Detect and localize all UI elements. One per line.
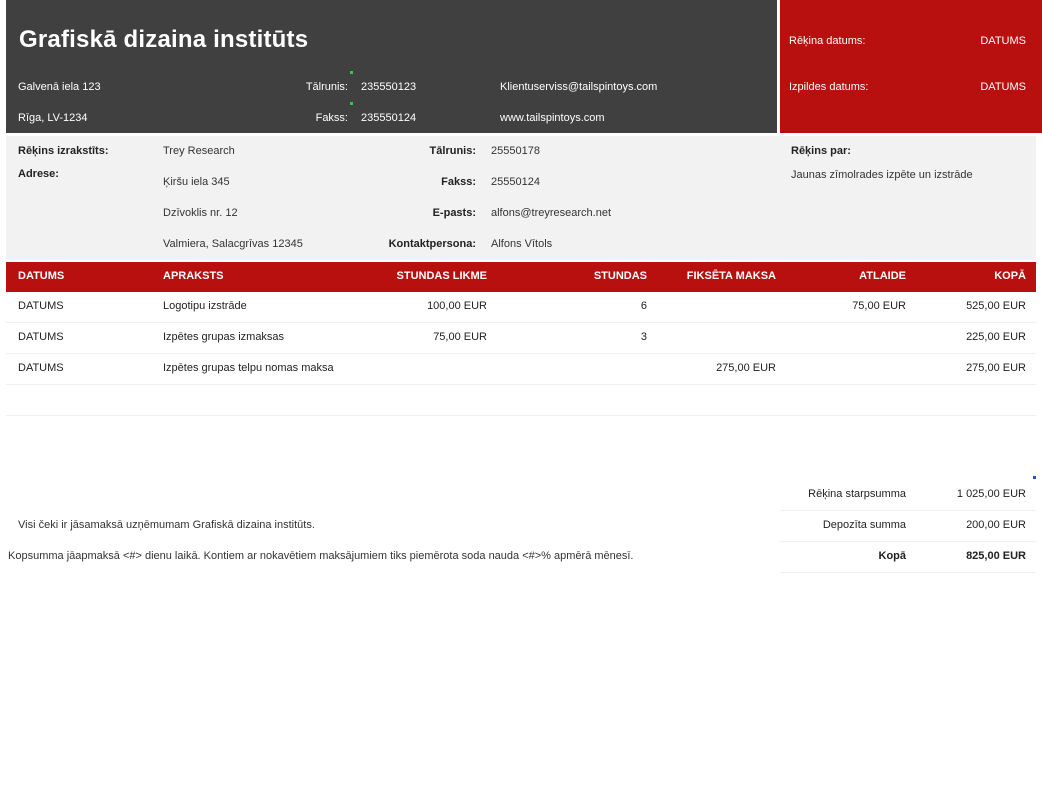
cell-description: Logotipu izstrāde [163, 300, 247, 312]
address-label: Adrese: [18, 168, 59, 180]
company-phone: 235550123 [361, 81, 417, 93]
column-header-hours: STUNDAS [593, 270, 647, 282]
payment-note: Visi čeki ir jāsamaksā uzņēmumam Grafisk… [18, 519, 315, 531]
company-name: Grafiskā dizaina institūts [19, 26, 309, 53]
due-date-label: Izpildes datums: [789, 81, 869, 93]
company-fax: 235550124 [361, 112, 417, 124]
company-phone-label: Tālrunis: [305, 81, 348, 93]
total-label: Kopā [878, 550, 907, 562]
deposit-value: 200,00 EUR [966, 519, 1026, 531]
total-row: Kopā 825,00 EUR [780, 542, 1036, 573]
company-address-line2: Rīga, LV-1234 [18, 112, 88, 124]
client-phone-label: Tālrunis: [429, 145, 476, 157]
contact-label: Kontaktpersona: [388, 238, 476, 250]
cell-date: DATUMS [18, 331, 64, 343]
deposit-row: Depozīta summa 200,00 EUR [780, 511, 1036, 542]
client-fax-label: Fakss: [441, 176, 476, 188]
cell-total: 275,00 EUR [966, 362, 1026, 374]
invoice-date-label: Rēķina datums: [789, 35, 866, 47]
selection-marker [1033, 476, 1036, 479]
company-website-link[interactable]: www.tailspintoys.com [500, 112, 605, 124]
column-header-total: KOPĀ [994, 270, 1026, 282]
column-header-date: DATUMS [18, 270, 65, 282]
column-header-description: APRAKSTS [163, 270, 224, 282]
column-header-discount: ATLAIDE [859, 270, 906, 282]
cell-description: Izpētes grupas izmaksas [163, 331, 285, 343]
column-header-rate: STUNDAS LIKME [396, 270, 487, 282]
cell-total: 525,00 EUR [966, 300, 1026, 312]
cell-rate: 75,00 EUR [433, 331, 487, 343]
cell-description: Izpētes grupas telpu nomas maksa [163, 362, 334, 374]
client-fax: 25550124 [491, 176, 540, 188]
company-email-link[interactable]: Klientuserviss@tailspintoys.com [500, 81, 657, 93]
invoice-dates-panel: Rēķina datums: DATUMS Izpildes datums: D… [780, 0, 1042, 133]
company-header: Grafiskā dizaina institūts Galvenā iela … [6, 0, 777, 133]
address-line: Ķiršu iela 345 [163, 176, 230, 188]
table-row-empty [6, 385, 1036, 416]
cell-date: DATUMS [18, 362, 64, 374]
deposit-label: Depozīta summa [822, 519, 906, 531]
cell-total: 225,00 EUR [966, 331, 1026, 343]
subtotal-value: 1 025,00 EUR [956, 488, 1026, 500]
contact-value: Alfons Vītols [491, 238, 553, 250]
company-fax-label: Fakss: [315, 112, 348, 124]
cell-hours: 6 [640, 300, 647, 312]
cell-fixed-fee: 275,00 EUR [716, 362, 776, 374]
table-row: DATUMS Izpētes grupas telpu nomas maksa … [6, 354, 1036, 385]
cell-discount: 75,00 EUR [852, 300, 906, 312]
total-value: 825,00 EUR [966, 550, 1026, 562]
marker-dot [350, 71, 353, 74]
subtotal-row: Rēķina starpsumma 1 025,00 EUR [780, 480, 1036, 511]
issued-to-value: Trey Research [163, 145, 235, 157]
column-header-fixed-fee: FIKSĒTA MAKSA [686, 270, 776, 282]
billing-info: Rēķins izrakstīts: Trey Research Adrese:… [6, 136, 1036, 260]
due-date-value: DATUMS [980, 81, 1026, 93]
issued-to-label: Rēķins izrakstīts: [18, 145, 109, 157]
invoice-date-value: DATUMS [980, 35, 1026, 47]
client-email-link[interactable]: alfons@treyresearch.net [491, 207, 611, 219]
cell-rate: 100,00 EUR [427, 300, 487, 312]
marker-dot [350, 102, 353, 105]
cell-date: DATUMS [18, 300, 64, 312]
cell-hours: 3 [640, 331, 647, 343]
client-phone: 25550178 [491, 145, 540, 157]
address-line: Valmiera, Salacgrīvas 12345 [163, 238, 303, 250]
table-row: DATUMS Logotipu izstrāde 100,00 EUR 6 75… [6, 292, 1036, 323]
items-table-header: DATUMS APRAKSTS STUNDAS LIKME STUNDAS FI… [6, 262, 1036, 292]
invoice-page: Grafiskā dizaina institūts Galvenā iela … [0, 0, 1042, 800]
invoice-for-value: Jaunas zīmolrades izpēte un izstrāde [791, 169, 973, 181]
subtotal-label: Rēķina starpsumma [808, 488, 906, 500]
client-email-label: E-pasts: [432, 207, 476, 219]
address-line: Dzīvoklis nr. 12 [163, 207, 238, 219]
company-address-line1: Galvenā iela 123 [18, 81, 101, 93]
terms-note: Kopsumma jāapmaksā <#> dienu laikā. Kont… [8, 550, 634, 562]
table-row: DATUMS Izpētes grupas izmaksas 75,00 EUR… [6, 323, 1036, 354]
invoice-for-label: Rēķins par: [791, 145, 851, 157]
